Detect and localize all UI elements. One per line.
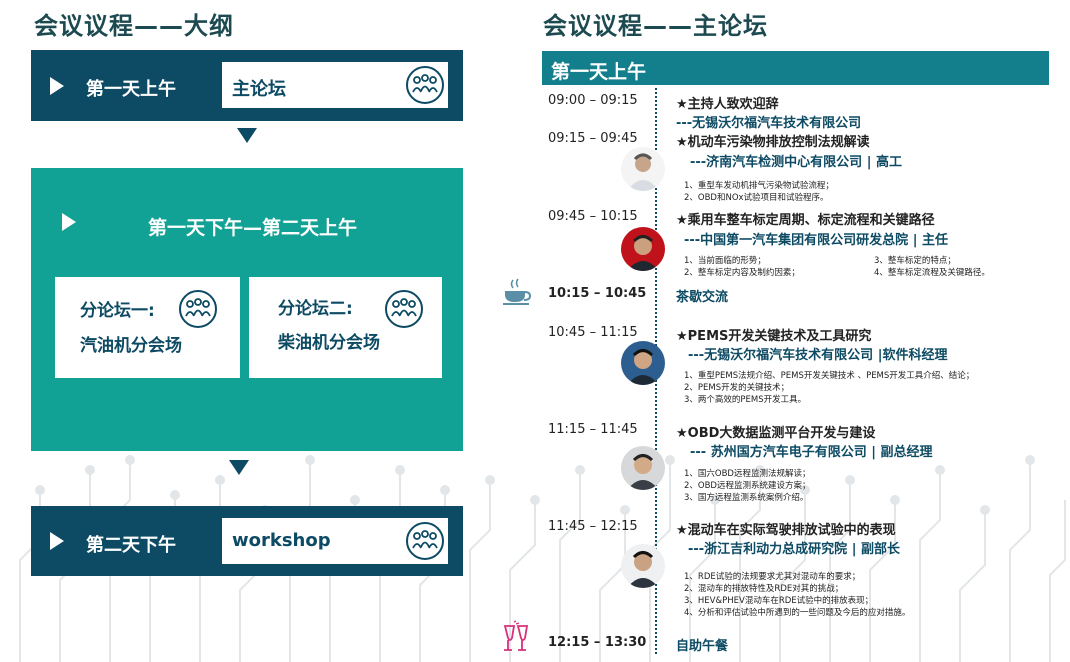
session-time: 11:45 – 12:15 [548,519,638,534]
session-note: 2、混动车的排放特性及RDE对其的挑战； [684,584,844,594]
speaker-avatar [621,341,665,385]
session-title: ★主持人致欢迎辞 [676,97,779,112]
speaker-avatar [621,227,665,271]
session-title: ★OBD大数据监测平台开发与建设 [676,426,876,441]
session-note: 1、RDE试验的法规要求尤其对混动车的要求； [684,572,861,582]
session-speaker: ---中国第一汽车集团有限公司研发总院 | 主任 [684,233,948,248]
session-note: 3、两个高效的PEMS开发工具。 [684,395,807,405]
play-icon [50,77,64,95]
session-speaker: ---济南汽车检测中心有限公司 | 高工 [690,155,902,170]
session-title: ★乘用车整车标定周期、标定流程和关键路径 [676,213,935,228]
session-note: 4、分析和评估试验中所遇到的一些问题及今后的应对措施。 [684,608,911,618]
session-title: ★混动车在实际驾驶排放试验中的表现 [676,523,896,538]
main-forum-label: 主论坛 [232,79,286,100]
people-group-icon [385,290,423,328]
down-arrow-icon [237,128,257,143]
session-note: 2、整车标定内容及制约因素； [684,268,800,278]
session-speaker: ---无锡沃尔福汽车技术有限公司 |软件科经理 [688,348,948,363]
outline-title: 会议议程——大纲 [34,12,234,40]
session-time: 11:15 – 11:45 [548,422,638,437]
people-group-icon [406,522,444,560]
workshop-label: workshop [232,530,331,551]
session-note: 1、重型车发动机排气污染物试验流程； [684,181,834,191]
session-time: 09:45 – 10:15 [548,209,638,224]
session-time: 10:15 – 10:45 [548,286,647,301]
play-icon [50,532,64,550]
day1-pm-label: 第一天下午—第二天上午 [148,217,358,239]
session-time: 10:45 – 11:15 [548,325,638,340]
people-group-icon [179,290,217,328]
down-arrow-icon [229,460,249,475]
sub-forum-2-name: 柴油机分会场 [278,333,380,353]
day-label: 第一天上午 [551,61,647,83]
session-note: 3、整车标定的特点； [874,256,956,266]
session-speaker: ---无锡沃尔福汽车技术有限公司 [676,116,862,131]
session-time: 09:00 – 09:15 [548,93,638,108]
sub-forum-2-title: 分论坛二: [278,299,353,319]
session-speaker: --- 苏州国方汽车电子有限公司 | 副总经理 [690,445,933,460]
session-note: 2、PEMS开发的关键技术； [684,383,790,393]
session-title: 茶歇交流 [676,290,729,305]
sub-forum-1-name: 汽油机分会场 [80,336,182,356]
session-note: 1、当前面临的形势； [684,256,766,266]
session-note: 2、OBD远程监测系统建设方案； [684,481,811,491]
people-group-icon [406,66,444,104]
session-note: 1、重型PEMS法规介绍、PEMS开发关键技术 、PEMS开发工具介绍、结论； [684,371,975,381]
session-note: 4、整车标定流程及关键路径。 [874,268,990,278]
session-note: 3、国方远程监测系统案例介绍。 [684,493,809,503]
session-note: 1、国六OBD远程监测法规解读； [684,469,811,479]
session-title: 自助午餐 [676,639,729,654]
session-note: 2、OBD和NOx试验项目和试验程序。 [684,193,829,203]
tea-cup-icon [503,278,532,305]
agenda-title: 会议议程——主论坛 [543,12,768,40]
play-icon [62,213,76,231]
speaker-avatar [621,147,665,191]
session-title: ★PEMS开发关键技术及工具研究 [676,329,872,344]
champagne-glasses-icon [503,620,529,651]
session-time: 09:15 – 09:45 [548,131,638,146]
day2-pm-label: 第二天下午 [86,535,176,556]
session-speaker: ---浙江吉利动力总成研究院 | 副部长 [688,542,900,557]
session-time: 12:15 – 13:30 [548,635,647,650]
session-title: ★机动车污染物排放控制法规解读 [676,135,870,150]
sub-forum-1-title: 分论坛一: [80,301,155,321]
session-note: 3、HEV&PHEV混动车在RDE试验中的排放表现； [684,596,874,606]
speaker-avatar [621,446,665,490]
speaker-avatar [621,544,665,588]
day1-am-label: 第一天上午 [86,79,176,100]
